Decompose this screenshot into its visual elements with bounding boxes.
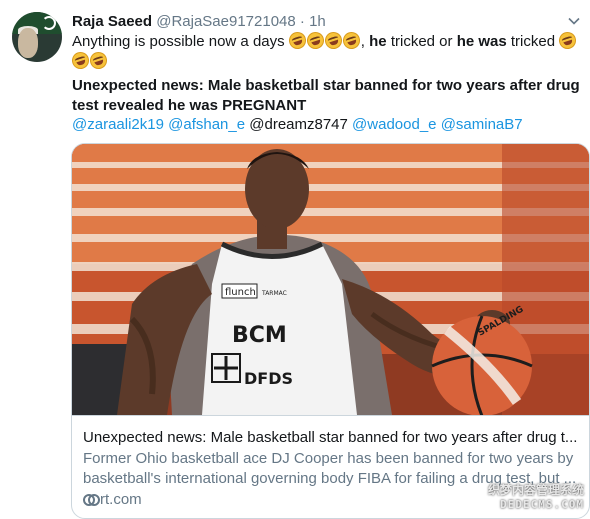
jersey-team-text: BCM [232, 323, 287, 348]
watermark: 织梦内容管理系统 DEDECMS.COM [464, 483, 584, 513]
mention-text: @dreamz8747 [249, 116, 348, 133]
tweet-text-tricked: tricked [506, 33, 560, 50]
laughing-emoji-icon [87, 49, 110, 72]
tweet-header: Raja Saeed @RajaSae91721048 · 1h [72, 12, 326, 32]
card-image[interactable]: flunch TARMAC BCM DFDS SPALDING [72, 144, 589, 415]
tweet[interactable]: Raja Saeed @RajaSae91721048 · 1h Anythin… [0, 0, 590, 519]
laughing-emoji-icon [340, 29, 363, 52]
laughing-emoji-icon [304, 29, 327, 52]
tweet-text-he: he [369, 33, 387, 50]
mention-link[interactable]: @zaraali2k19 [72, 116, 164, 133]
mention-list: @zaraali2k19 @afshan_e @dreamz8747 @wado… [72, 115, 582, 135]
separator-dot: · [299, 13, 305, 30]
chevron-down-icon[interactable] [566, 14, 582, 30]
tweet-headline: Unexpected news: Male basketball star ba… [72, 77, 580, 114]
watermark-line2: DEDECMS.COM [500, 498, 584, 511]
laughing-emoji-icon [286, 29, 309, 52]
author-name[interactable]: Raja Saeed [72, 13, 152, 30]
tweet-text-tricked-or: tricked or [386, 33, 457, 50]
watermark-line1: 织梦内容管理系统 [487, 483, 584, 497]
card-title[interactable]: Unexpected news: Male basketball star ba… [83, 428, 583, 448]
mention-link[interactable]: @afshan_e [168, 116, 245, 133]
avatar-face [18, 28, 38, 58]
basketball-player-photo: flunch TARMAC BCM DFDS SPALDING [72, 144, 589, 415]
mention-link[interactable]: @saminaB7 [441, 116, 523, 133]
link-preview-card[interactable]: flunch TARMAC BCM DFDS SPALDING Unexpect… [71, 143, 590, 519]
jersey-brand-text: flunch [225, 287, 256, 298]
laughing-emoji-icon [557, 29, 579, 52]
link-icon [83, 494, 100, 506]
tweet-timestamp[interactable]: 1h [309, 13, 326, 30]
card-domain-text: rt.com [100, 491, 142, 508]
jersey-bottom-text: DFDS [244, 369, 293, 388]
author-handle[interactable]: @RajaSae91721048 [156, 13, 296, 30]
laughing-emoji-icon [69, 49, 92, 72]
laughing-emoji-icon [322, 29, 345, 52]
mention-link[interactable]: @wadood_e [352, 116, 436, 133]
card-domain[interactable]: rt.com [83, 490, 142, 510]
tweet-text: Anything is possible now a days , he tri… [69, 29, 582, 72]
tweet-text-he-was: he was [456, 33, 507, 50]
tweet-text-part1: Anything is possible now a days [72, 33, 285, 50]
avatar[interactable] [12, 12, 62, 62]
jersey-sponsor-text: TARMAC [261, 290, 287, 297]
